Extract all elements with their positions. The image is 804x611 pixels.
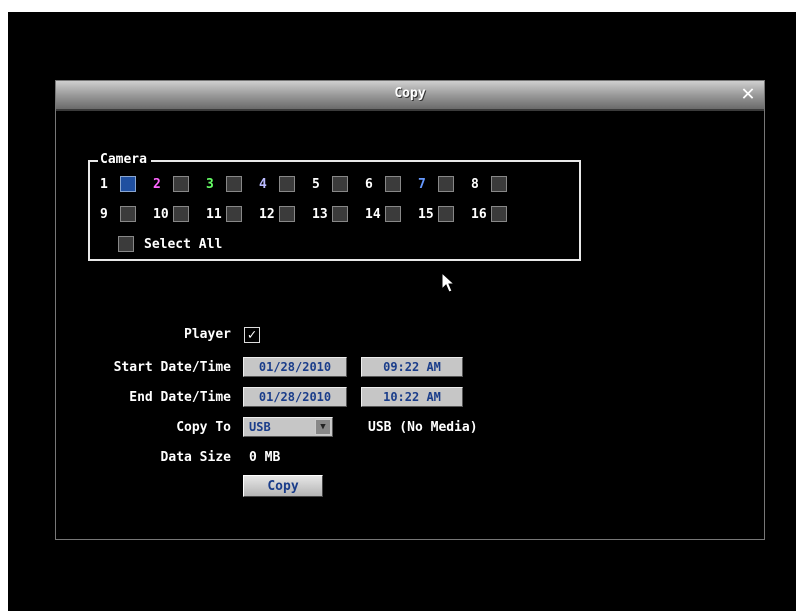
camera-number-label: 1 xyxy=(100,176,108,192)
camera-number-label: 13 xyxy=(312,206,328,222)
camera-number-label: 15 xyxy=(418,206,434,222)
camera-number-label: 2 xyxy=(153,176,161,192)
camera-number-label: 11 xyxy=(206,206,222,222)
camera-number-label: 7 xyxy=(418,176,426,192)
close-icon[interactable]: ✕ xyxy=(738,83,758,105)
camera-2-option[interactable]: 2 xyxy=(153,175,189,193)
camera-11-checkbox[interactable] xyxy=(226,206,242,222)
camera-12-checkbox[interactable] xyxy=(279,206,295,222)
camera-16-option[interactable]: 16 xyxy=(471,205,507,223)
camera-10-checkbox[interactable] xyxy=(173,206,189,222)
camera-number-label: 14 xyxy=(365,206,381,222)
camera-number-label: 10 xyxy=(153,206,169,222)
player-label: Player xyxy=(184,327,231,342)
camera-number-label: 16 xyxy=(471,206,487,222)
camera-number-label: 5 xyxy=(312,176,320,192)
camera-6-checkbox[interactable] xyxy=(385,176,401,192)
copy-to-select[interactable]: USB ▼ xyxy=(243,417,333,437)
camera-10-option[interactable]: 10 xyxy=(153,205,189,223)
start-datetime-label: Start Date/Time xyxy=(113,360,231,375)
data-size-value: 0 MB xyxy=(249,450,281,465)
camera-7-option[interactable]: 7 xyxy=(418,175,454,193)
dropdown-arrow-icon[interactable]: ▼ xyxy=(315,419,331,435)
camera-15-checkbox[interactable] xyxy=(438,206,454,222)
select-all-row[interactable]: Select All xyxy=(118,235,222,253)
copy-dialog: Copy ✕ Camera 12345678 9 10 11 12 13 14 15 16 S… xyxy=(55,80,765,540)
camera-6-option[interactable]: 6 xyxy=(365,175,401,193)
camera-3-checkbox[interactable] xyxy=(226,176,242,192)
player-checkbox[interactable]: ✓ xyxy=(244,327,260,343)
camera-3-option[interactable]: 3 xyxy=(206,175,242,193)
select-all-checkbox[interactable] xyxy=(118,236,134,252)
data-size-label: Data Size xyxy=(160,450,231,465)
camera-number-label: 4 xyxy=(259,176,267,192)
camera-5-option[interactable]: 5 xyxy=(312,175,348,193)
camera-group: Camera 12345678 9 10 11 12 13 14 15 16 Select A… xyxy=(88,152,581,261)
copy-to-label: Copy To xyxy=(176,420,231,435)
select-all-label: Select All xyxy=(144,236,223,252)
camera-14-checkbox[interactable] xyxy=(385,206,401,222)
camera-1-checkbox[interactable] xyxy=(120,176,136,192)
copy-button[interactable]: Copy xyxy=(243,475,323,497)
camera-16-checkbox[interactable] xyxy=(491,206,507,222)
end-date-field[interactable]: 01/28/2010 xyxy=(243,387,347,407)
end-datetime-label: End Date/Time xyxy=(129,390,231,405)
camera-9-checkbox[interactable] xyxy=(120,206,136,222)
dialog-title: Copy xyxy=(394,86,426,101)
camera-number-label: 6 xyxy=(365,176,373,192)
mouse-pointer-icon xyxy=(441,272,455,293)
camera-number-label: 12 xyxy=(259,206,275,222)
camera-number-label: 8 xyxy=(471,176,479,192)
camera-number-label: 3 xyxy=(206,176,214,192)
camera-8-checkbox[interactable] xyxy=(491,176,507,192)
camera-13-option[interactable]: 13 xyxy=(312,205,348,223)
camera-5-checkbox[interactable] xyxy=(332,176,348,192)
camera-group-legend: Camera xyxy=(98,152,151,167)
start-time-field[interactable]: 09:22 AM xyxy=(361,357,463,377)
camera-9-option[interactable]: 9 xyxy=(100,205,136,223)
camera-7-checkbox[interactable] xyxy=(438,176,454,192)
start-date-field[interactable]: 01/28/2010 xyxy=(243,357,347,377)
camera-number-label: 9 xyxy=(100,206,108,222)
camera-2-checkbox[interactable] xyxy=(173,176,189,192)
end-time-field[interactable]: 10:22 AM xyxy=(361,387,463,407)
camera-4-option[interactable]: 4 xyxy=(259,175,295,193)
title-bar[interactable]: Copy ✕ xyxy=(56,81,764,111)
camera-1-option[interactable]: 1 xyxy=(100,175,136,193)
copy-to-status: USB (No Media) xyxy=(368,420,478,435)
camera-12-option[interactable]: 12 xyxy=(259,205,295,223)
camera-8-option[interactable]: 8 xyxy=(471,175,507,193)
camera-13-checkbox[interactable] xyxy=(332,206,348,222)
camera-15-option[interactable]: 15 xyxy=(418,205,454,223)
camera-11-option[interactable]: 11 xyxy=(206,205,242,223)
copy-to-value: USB xyxy=(249,420,271,434)
camera-4-checkbox[interactable] xyxy=(279,176,295,192)
camera-14-option[interactable]: 14 xyxy=(365,205,401,223)
